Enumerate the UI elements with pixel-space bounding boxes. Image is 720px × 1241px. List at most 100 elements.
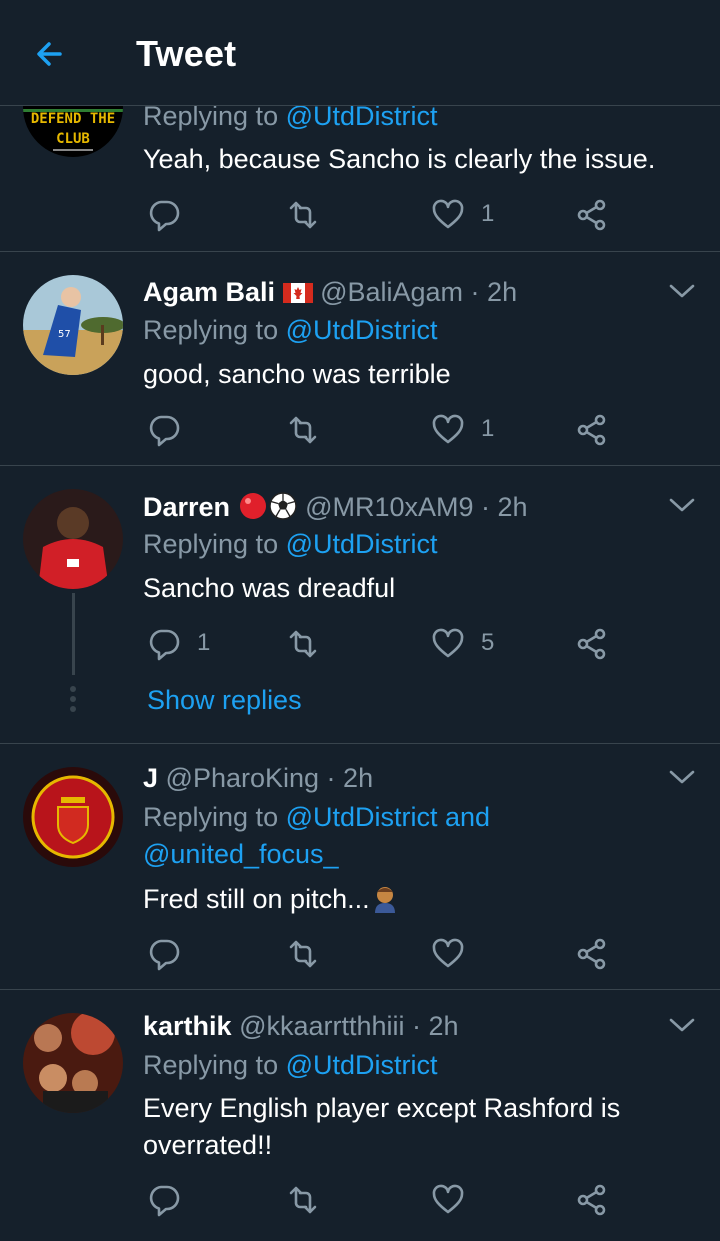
avatar-text-line2: CLUB: [56, 131, 90, 147]
top-bar: Tweet: [0, 0, 720, 106]
mention-link[interactable]: @united_focus_: [143, 839, 339, 869]
reply-button[interactable]: [147, 937, 187, 971]
share-button[interactable]: [575, 413, 615, 447]
tweet-item[interactable]: Darren @MR10xAM9 · 2h Replying to @UtdDi…: [0, 465, 720, 744]
arrow-left-icon: [37, 42, 62, 66]
handle[interactable]: @BaliAgam: [320, 277, 463, 307]
display-name[interactable]: Darren: [143, 492, 230, 522]
retweet-button[interactable]: [286, 1183, 326, 1217]
retweet-icon: [286, 198, 320, 232]
reply-icon: [147, 937, 181, 971]
display-name[interactable]: Agam Bali: [143, 277, 275, 307]
page-title: Tweet: [136, 33, 237, 74]
reply-button[interactable]: [147, 198, 187, 232]
tweet-text-line1: Every English player except Rashford is: [143, 1093, 621, 1123]
retweet-button[interactable]: [286, 627, 326, 661]
heart-icon: [431, 627, 465, 661]
timestamp: 2h: [343, 763, 374, 793]
share-button[interactable]: [575, 627, 615, 661]
reply-icon: [147, 198, 181, 232]
avatar[interactable]: 57: [23, 275, 123, 375]
chevron-down-icon[interactable]: [668, 767, 696, 787]
show-replies-link[interactable]: Show replies: [147, 685, 302, 716]
mention-link[interactable]: @UtdDistrict: [286, 1050, 438, 1080]
retweet-button[interactable]: [286, 413, 326, 447]
person-facepalming-icon: [374, 887, 395, 913]
back-button[interactable]: [30, 34, 74, 74]
display-name[interactable]: karthik: [143, 1011, 232, 1041]
like-button[interactable]: 1: [431, 198, 511, 232]
avatar[interactable]: [23, 1013, 123, 1113]
mention-link[interactable]: @UtdDistrict and: [286, 802, 490, 832]
replying-to: Replying to @UtdDistrict: [143, 1050, 438, 1080]
mention-link[interactable]: @UtdDistrict: [286, 315, 438, 345]
tweet-header: J @PharoKing · 2h: [143, 763, 373, 794]
reply-button[interactable]: [147, 1183, 187, 1217]
reply-icon: [147, 413, 181, 447]
share-button[interactable]: [575, 1183, 615, 1217]
retweet-icon: [286, 627, 320, 661]
replying-to: Replying to @UtdDistrict: [143, 529, 438, 559]
tweet-item[interactable]: J @PharoKing · 2h Replying to @UtdDistri…: [0, 743, 720, 990]
retweet-icon: [286, 413, 320, 447]
share-icon: [575, 198, 609, 232]
tweet-text: good, sancho was terrible: [143, 359, 451, 389]
canada-flag-icon: [282, 283, 313, 303]
thread-line: [72, 593, 75, 675]
display-name[interactable]: J: [143, 763, 158, 793]
like-button[interactable]: 1: [431, 413, 511, 447]
reply-button[interactable]: 1: [147, 627, 227, 661]
like-count: 5: [481, 629, 495, 656]
handle[interactable]: @PharoKing: [166, 763, 320, 793]
tweet-text: Yeah, because Sancho is clearly the issu…: [143, 144, 656, 174]
soccer-ball-icon: [268, 492, 297, 520]
reply-count: 1: [197, 629, 211, 656]
replying-to: Replying to @UtdDistrict: [143, 315, 438, 345]
separator: ·: [473, 492, 498, 522]
tweet-text: Sancho was dreadful: [143, 573, 396, 603]
svg-text:57: 57: [58, 329, 71, 340]
retweet-icon: [286, 937, 320, 971]
share-button[interactable]: [575, 198, 615, 232]
handle[interactable]: @kkaarrtthhiii: [239, 1011, 404, 1041]
more-dots-icon: [70, 686, 76, 712]
tweet-item[interactable]: 57 Agam Bali @BaliAgam · 2h Replying to …: [0, 251, 720, 466]
avatar[interactable]: [23, 767, 123, 867]
like-count: 1: [481, 200, 495, 227]
like-button[interactable]: [431, 937, 471, 971]
avatar[interactable]: [23, 489, 123, 589]
share-icon: [575, 413, 609, 447]
replying-to-line2: @united_focus_: [143, 839, 339, 870]
timestamp: 2h: [428, 1011, 459, 1041]
replying-to: Replying to @UtdDistrict and: [143, 802, 491, 832]
tweet-item[interactable]: karthik @kkaarrtthhiii · 2h Replying to …: [0, 989, 720, 1241]
heart-icon: [431, 198, 465, 232]
tweet-header: Darren @MR10xAM9 · 2h: [143, 491, 528, 523]
share-icon: [575, 937, 609, 971]
share-icon: [575, 627, 609, 661]
separator: ·: [463, 277, 488, 307]
tweet-text: Fred still on pitch...: [143, 883, 400, 915]
share-button[interactable]: [575, 937, 615, 971]
retweet-button[interactable]: [286, 198, 326, 232]
reply-icon: [147, 1183, 181, 1217]
chevron-down-icon[interactable]: [668, 281, 696, 301]
share-icon: [575, 1183, 609, 1217]
handle[interactable]: @MR10xAM9: [305, 492, 473, 522]
heart-icon: [431, 937, 465, 971]
timestamp: 2h: [497, 492, 528, 522]
heart-icon: [431, 413, 465, 447]
separator: ·: [404, 1011, 429, 1041]
like-button[interactable]: [431, 1183, 471, 1217]
tweet-header: karthik @kkaarrtthhiii · 2h: [143, 1011, 459, 1042]
tweet-text-line2: overrated!!: [143, 1130, 273, 1160]
like-count: 1: [481, 415, 495, 442]
retweet-button[interactable]: [286, 937, 326, 971]
like-button[interactable]: 5: [431, 627, 511, 661]
chevron-down-icon[interactable]: [668, 1015, 696, 1035]
mention-link[interactable]: @UtdDistrict: [286, 529, 438, 559]
separator: ·: [319, 763, 344, 793]
heart-icon: [431, 1183, 465, 1217]
reply-button[interactable]: [147, 413, 187, 447]
chevron-down-icon[interactable]: [668, 495, 696, 515]
